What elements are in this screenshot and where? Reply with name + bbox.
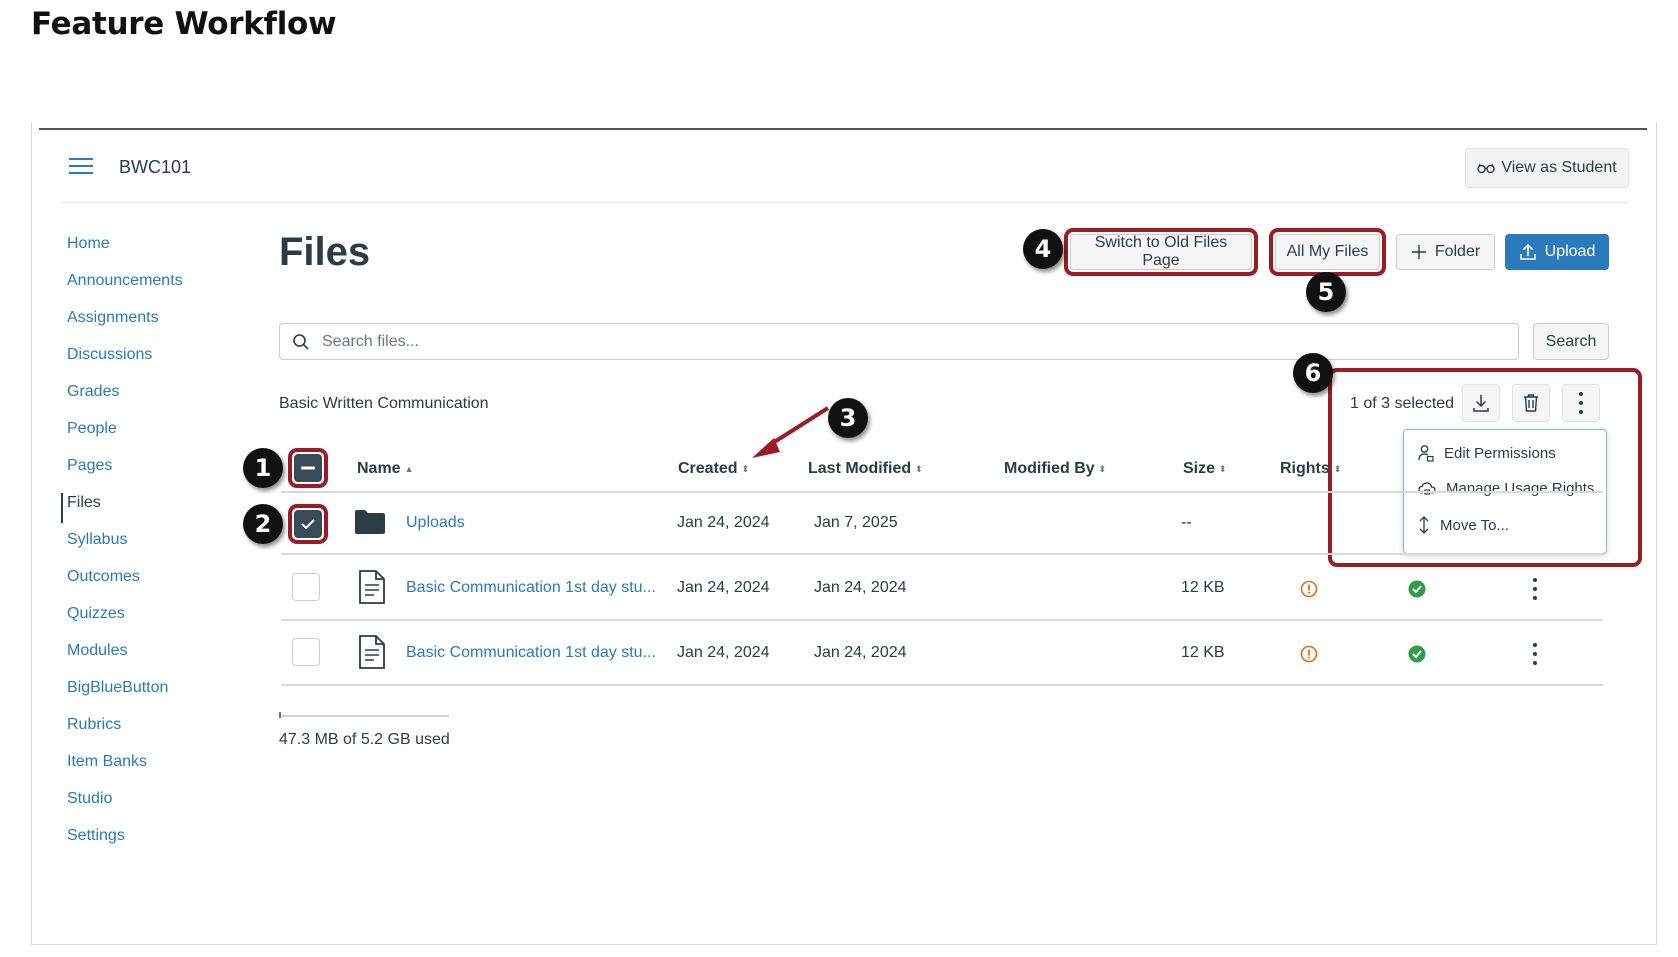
sort-icon: ⬍ [1098, 463, 1107, 474]
modified-date: Jan 7, 2025 [814, 514, 898, 531]
search-files-field[interactable] [279, 323, 1519, 360]
file-name-link[interactable]: Basic Communication 1st day stu... [406, 579, 656, 597]
column-header-size[interactable]: Size ⬍ [1183, 460, 1227, 478]
header-row-divider [281, 491, 1603, 493]
callout-5: 5 [1306, 272, 1346, 312]
sort-ascending-icon: ▲ [404, 464, 414, 474]
nav-item-item-banks[interactable]: Item Banks [67, 753, 183, 790]
nav-item-quizzes[interactable]: Quizzes [67, 605, 183, 642]
nav-item-assignments[interactable]: Assignments [67, 309, 183, 346]
warning-icon[interactable] [1300, 645, 1318, 663]
storage-usage-bar [279, 715, 449, 717]
highlight-bulk-actions [1328, 368, 1642, 567]
column-label-created: Created [678, 460, 738, 477]
search-icon [293, 333, 309, 350]
nav-item-grades[interactable]: Grades [67, 383, 183, 420]
published-check-icon[interactable] [1408, 645, 1426, 663]
files-page-title: Files [279, 230, 371, 274]
document-icon [359, 570, 385, 604]
folder-icon [355, 510, 385, 534]
modified-date: Jan 24, 2024 [814, 644, 907, 661]
file-size: 12 KB [1181, 644, 1225, 661]
row-actions-kebab-icon[interactable] [1532, 578, 1538, 600]
row-checkbox[interactable] [292, 573, 320, 601]
search-input[interactable] [320, 331, 1518, 352]
callout-4: 4 [1023, 229, 1063, 269]
published-check-icon[interactable] [1408, 580, 1426, 598]
upload-button[interactable]: Upload [1505, 234, 1609, 270]
nav-item-settings[interactable]: Settings [67, 827, 183, 864]
hamburger-menu-icon[interactable] [69, 158, 93, 176]
nav-item-pages[interactable]: Pages [67, 457, 183, 494]
column-header-name[interactable]: Name ▲ [357, 460, 414, 478]
highlight-switch-old [1064, 228, 1258, 276]
created-date: Jan 24, 2024 [677, 514, 770, 531]
callout-1: 1 [243, 448, 283, 488]
add-folder-button[interactable]: Folder [1396, 234, 1495, 270]
highlight-all-my-files [1269, 228, 1386, 276]
callout-2: 2 [243, 504, 283, 544]
created-date: Jan 24, 2024 [677, 644, 770, 661]
created-date: Jan 24, 2024 [677, 579, 770, 596]
column-label-size: Size [1183, 460, 1216, 477]
sort-icon: ⬍ [915, 463, 923, 474]
course-navigation: Home Announcements Assignments Discussio… [67, 235, 183, 864]
row-divider [281, 684, 1603, 686]
nav-item-bigbluebutton[interactable]: BigBlueButton [67, 679, 183, 716]
nav-item-announcements[interactable]: Announcements [67, 272, 183, 309]
nav-item-modules[interactable]: Modules [67, 642, 183, 679]
file-name-link[interactable]: Basic Communication 1st day stu... [406, 644, 656, 662]
folder-context-label: Basic Written Communication [279, 395, 489, 412]
column-label-name: Name [357, 460, 401, 477]
add-folder-label: Folder [1434, 243, 1481, 260]
course-code[interactable]: BWC101 [119, 157, 191, 178]
nav-item-home[interactable]: Home [67, 235, 183, 272]
storage-usage-text: 47.3 MB of 5.2 GB used [279, 731, 450, 748]
modified-date: Jan 24, 2024 [814, 579, 907, 596]
storage-usage-fill [279, 712, 281, 718]
view-as-student-button[interactable]: View as Student [1465, 148, 1629, 188]
nav-item-syllabus[interactable]: Syllabus [67, 531, 183, 568]
frame-top-border [39, 128, 1647, 130]
column-header-rights[interactable]: Rights ⬍ [1280, 460, 1341, 478]
sort-icon: ⬍ [1219, 463, 1227, 474]
page-heading: Feature Workflow [31, 6, 337, 42]
warning-icon[interactable] [1300, 580, 1318, 598]
nav-item-rubrics[interactable]: Rubrics [67, 716, 183, 753]
row-divider [281, 619, 1603, 621]
upload-icon [1519, 243, 1536, 260]
view-as-student-label: View as Student [1501, 159, 1617, 176]
column-header-modified-by[interactable]: Modified By ⬍ [1004, 460, 1106, 478]
plus-icon [1411, 245, 1426, 259]
column-label-modified-by: Modified By [1004, 460, 1095, 477]
column-label-rights: Rights [1280, 460, 1330, 477]
nav-item-discussions[interactable]: Discussions [67, 346, 183, 383]
annotation-arrow [752, 406, 830, 458]
nav-item-outcomes[interactable]: Outcomes [67, 568, 183, 605]
callout-3: 3 [828, 398, 868, 438]
file-size: 12 KB [1181, 579, 1225, 596]
upload-label: Upload [1544, 243, 1596, 260]
callout-6: 6 [1293, 353, 1333, 393]
highlight-select-all [288, 448, 328, 488]
glasses-icon [1477, 163, 1496, 174]
nav-item-people[interactable]: People [67, 420, 183, 457]
search-button[interactable]: Search [1533, 323, 1609, 360]
highlight-row-checkbox [288, 504, 328, 544]
file-size: -- [1181, 514, 1192, 531]
row-checkbox[interactable] [292, 638, 320, 666]
nav-item-files[interactable]: Files [67, 494, 183, 531]
nav-item-studio[interactable]: Studio [67, 790, 183, 827]
document-icon [359, 635, 385, 669]
column-header-created[interactable]: Created ⬍ [678, 460, 749, 478]
row-actions-kebab-icon[interactable] [1532, 643, 1538, 665]
row-divider [281, 553, 1603, 555]
file-name-link[interactable]: Uploads [406, 514, 465, 532]
header-divider [61, 202, 1629, 203]
sort-icon: ⬍ [1333, 463, 1342, 474]
active-nav-marker [61, 493, 63, 523]
